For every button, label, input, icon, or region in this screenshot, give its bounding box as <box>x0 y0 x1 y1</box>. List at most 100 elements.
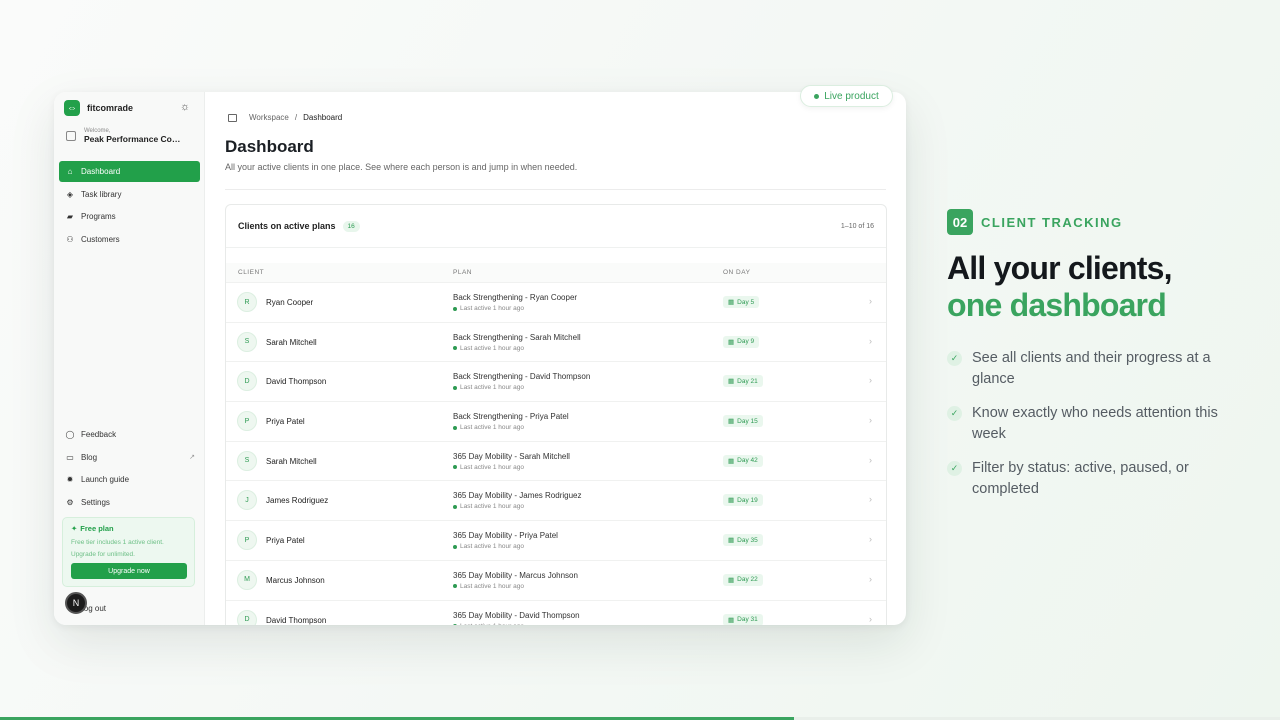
clients-card-header: Clients on active plans 16 1–10 of 16 <box>226 205 886 248</box>
breadcrumb-root[interactable]: Workspace <box>249 113 289 122</box>
last-active: Last active 1 hour ago <box>453 543 524 550</box>
table-header: CLIENT PLAN ON DAY <box>226 263 886 282</box>
sidebar-item-dashboard[interactable]: ⌂ Dashboard <box>59 161 200 182</box>
sidebar-item-label: Customers <box>81 234 120 244</box>
feature-item: ✓ Know exactly who needs attention this … <box>947 403 1237 445</box>
last-active-text: Last active 1 hour ago <box>460 582 524 590</box>
plan-desc-line: Free tier includes 1 active client. <box>71 539 164 546</box>
live-product-label: Live product <box>824 90 879 102</box>
day-badge: ▦ Day 21 <box>723 375 763 388</box>
clients-card: Clients on active plans 16 1–10 of 16 CL… <box>225 204 887 625</box>
calendar-icon: ▦ <box>728 497 735 505</box>
table-row[interactable]: R Ryan Cooper Back Strengthening - Ryan Co… <box>226 282 886 322</box>
last-active: Last active 1 hour ago <box>453 345 524 352</box>
brand-name: fitcomrade <box>87 103 134 113</box>
sidebar-item-label: Settings <box>81 497 110 507</box>
avatar: P <box>237 530 257 551</box>
last-active: Last active 1 hour ago <box>453 623 524 626</box>
sidebar-toggle-icon[interactable] <box>228 113 237 122</box>
active-dot-icon <box>453 544 457 549</box>
day-badge-text: Day 19 <box>737 496 758 504</box>
divider <box>225 189 886 190</box>
sidebar-item-settings[interactable]: ⚙ Settings <box>59 492 200 513</box>
primary-nav: ⌂ Dashboard ◈ Task library ▰ Programs ⚇ … <box>59 161 200 251</box>
day-badge: ▦ Day 42 <box>723 454 763 467</box>
table-row[interactable]: P Priya Patel 365 Day Mobility - Priya Pat… <box>226 520 886 560</box>
sidebar-item-feedback[interactable]: ◯ Feedback <box>59 424 200 445</box>
avatar: R <box>237 292 257 312</box>
table-row[interactable]: S Sarah Mitchell 365 Day Mobility - Sarah … <box>226 440 886 481</box>
sidebar-item-blog[interactable]: ▭ Blog ↗ <box>59 447 200 468</box>
upgrade-button[interactable]: Upgrade now <box>71 563 187 579</box>
dev-badge[interactable]: N <box>65 592 87 614</box>
sidebar-item-task-library[interactable]: ◈ Task library <box>59 184 200 205</box>
last-active-text: Last active 1 hour ago <box>460 344 524 352</box>
live-product-pill: Live product <box>800 85 893 107</box>
plan-name: 365 Day Mobility - Marcus Johnson <box>453 570 578 580</box>
breadcrumb-current: Dashboard <box>303 113 343 122</box>
chevron-right-icon: › <box>869 494 872 505</box>
sidebar: ⇔ fitcomrade ☼ . Welcome, Peak Performan… <box>54 92 205 625</box>
client-name: Priya Patel <box>266 536 305 546</box>
day-badge: ▦ Day 19 <box>723 494 763 507</box>
feature-text: Know exactly who needs attention this we… <box>972 405 1218 442</box>
dumbbell-icon: ▰ <box>66 212 74 222</box>
day-badge: ▦ Day 22 <box>723 573 763 586</box>
table-row[interactable]: S Sarah Mitchell Back Strengthening - Sara… <box>226 321 886 362</box>
client-name: James Rodriguez <box>266 496 329 506</box>
page-subtitle: All your active clients in one place. Se… <box>225 162 578 172</box>
day-badge-text: Day 22 <box>737 576 758 584</box>
last-active: Last active 1 hour ago <box>453 424 524 431</box>
sidebar-item-launch-guide[interactable]: ✹ Launch guide <box>59 469 200 490</box>
building-icon: . <box>66 131 76 141</box>
active-dot-icon <box>453 385 457 390</box>
plan-title-text: Free plan <box>80 524 114 533</box>
message-icon: ◯ <box>65 430 75 439</box>
client-name: Marcus Johnson <box>266 575 325 585</box>
day-badge-text: Day 5 <box>737 298 755 306</box>
brand[interactable]: ⇔ fitcomrade <box>64 100 133 116</box>
calendar-icon: ▦ <box>728 418 735 426</box>
table-row[interactable]: P Priya Patel Back Strengthening - Priya P… <box>226 401 886 441</box>
clients-count-badge: 16 <box>342 220 360 232</box>
sidebar-item-customers[interactable]: ⚇ Customers <box>59 229 200 250</box>
sidebar-item-label: Dashboard <box>81 167 121 176</box>
sun-icon[interactable]: ☼ <box>180 101 190 113</box>
chevron-right-icon: › <box>869 534 872 545</box>
live-dot-icon <box>814 93 820 99</box>
day-badge-text: Day 31 <box>737 616 758 623</box>
active-dot-icon <box>453 504 457 509</box>
workspace-name: Peak Performance Coac... <box>84 134 184 144</box>
workspace-switcher[interactable]: . Welcome, Peak Performance Coac... <box>66 128 184 144</box>
day-badge-text: Day 15 <box>737 417 758 425</box>
client-name: Sarah Mitchell <box>266 337 317 347</box>
sidebar-item-label: Launch guide <box>81 475 130 485</box>
day-badge-text: Day 9 <box>737 338 755 346</box>
sidebar-item-programs[interactable]: ▰ Programs <box>59 206 200 227</box>
active-dot-icon <box>453 306 457 311</box>
users-icon: ⚇ <box>66 234 74 244</box>
table-row[interactable]: M Marcus Johnson 365 Day Mobility - Marcus… <box>226 559 886 600</box>
last-active-text: Last active 1 hour ago <box>460 463 524 471</box>
sidebar-item-label: Feedback <box>81 430 117 439</box>
step-number: 02 <box>947 209 973 235</box>
table-row[interactable]: D David Thompson Back Strengthening - Davi… <box>226 361 886 401</box>
active-dot-icon <box>453 624 457 625</box>
page-title: Dashboard <box>225 137 314 156</box>
calendar-icon: ▦ <box>728 537 735 545</box>
plan-name: 365 Day Mobility - Priya Patel <box>453 531 558 541</box>
last-active-text: Last active 1 hour ago <box>460 623 524 626</box>
sidebar-item-label: Blog <box>81 452 98 462</box>
day-badge-text: Day 21 <box>737 377 758 385</box>
check-icon: ✓ <box>947 406 962 421</box>
client-name: Priya Patel <box>266 417 305 427</box>
feature-item: ✓ Filter by status: active, paused, or c… <box>947 458 1237 500</box>
last-active-text: Last active 1 hour ago <box>460 305 524 312</box>
plan-name: Back Strengthening - David Thompson <box>453 372 591 382</box>
day-badge: ▦ Day 15 <box>723 415 763 428</box>
table-row[interactable]: D David Thompson 365 Day Mobility - David … <box>226 599 886 626</box>
last-active-text: Last active 1 hour ago <box>460 503 524 511</box>
day-badge-text: Day 42 <box>737 457 758 465</box>
table-row[interactable]: J James Rodriguez 365 Day Mobility - James… <box>226 480 886 520</box>
day-badge-text: Day 35 <box>737 536 758 544</box>
